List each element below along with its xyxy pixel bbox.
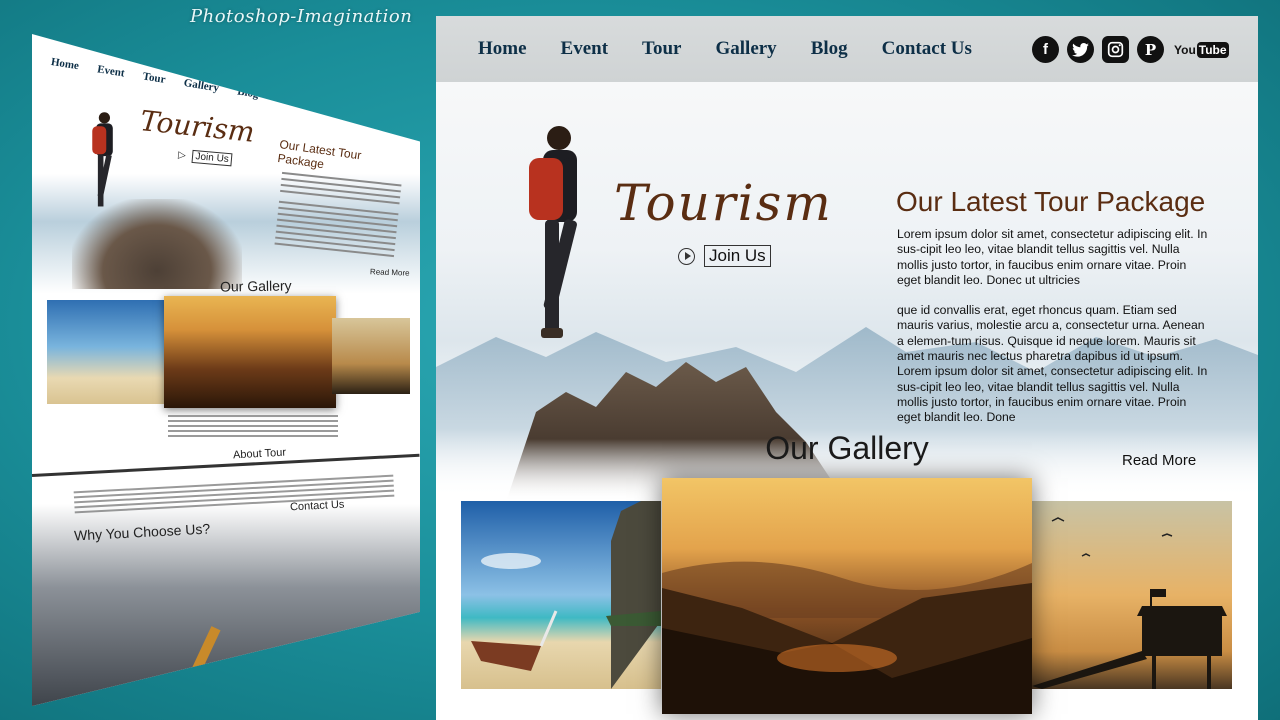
package-paragraph-2: que id convallis erat, eget rhoncus quam… xyxy=(897,303,1205,364)
thumbnail-join: ▷ Join Us xyxy=(178,149,233,167)
pinterest-icon[interactable]: P xyxy=(1137,36,1164,63)
gallery-beach-image[interactable] xyxy=(461,501,661,689)
join-us-group: Join Us xyxy=(678,245,771,267)
hero-section: Tourism Join Us Our Latest Tour Package … xyxy=(436,82,1258,502)
thumbnail-nav-gallery: Gallery xyxy=(182,77,220,95)
nav-link-tour[interactable]: Tour xyxy=(642,38,681,60)
package-description: Lorem ipsum dolor sit amet, consectetur … xyxy=(897,227,1209,426)
thumbnail-nav-home: Home xyxy=(50,56,80,73)
gallery-lifeguard-tower-image[interactable] xyxy=(1032,501,1232,689)
youtube-label: You xyxy=(1174,42,1196,57)
thumbnail-nav-event: Event xyxy=(96,63,126,80)
package-paragraph-3: Lorem ipsum dolor sit amet, consectetur … xyxy=(897,364,1208,425)
thumbnail-nav-contact: Contact Us xyxy=(276,91,330,112)
thumbnail-gallery-valley-image xyxy=(164,296,336,408)
thumbnail-nav-tour: Tour xyxy=(141,70,167,86)
package-title: Our Latest Tour Package xyxy=(896,186,1206,217)
nav-link-blog[interactable]: Blog xyxy=(811,38,848,60)
hero-title: Tourism xyxy=(614,174,833,232)
gallery-title: Our Gallery xyxy=(765,430,929,466)
thumbnail-preview: Home Event Tour Gallery Blog Contact Us … xyxy=(32,34,420,706)
play-circle-icon[interactable] xyxy=(678,247,695,265)
thumbnail-nav-blog: Blog xyxy=(236,85,260,101)
thumbnail-gallery-title: Our Gallery xyxy=(219,277,292,295)
thumbnail-read-more: Read More xyxy=(369,267,410,278)
hiker-image xyxy=(529,126,577,338)
top-nav: Home Event Tour Gallery Blog Contact Us … xyxy=(436,16,1258,82)
social-icons: f P You Tube xyxy=(1032,36,1237,63)
package-paragraph-1: Lorem ipsum dolor sit amet, consectetur … xyxy=(897,227,1208,287)
nav-link-event[interactable]: Event xyxy=(561,38,609,60)
watermark-text: Photoshop-Imagination xyxy=(190,6,413,27)
thumbnail-about-title: About Tour xyxy=(229,446,290,462)
nav-link-gallery[interactable]: Gallery xyxy=(715,38,776,60)
nav-links: Home Event Tour Gallery Blog Contact Us xyxy=(478,38,1006,60)
youtube-icon[interactable]: You Tube xyxy=(1174,41,1229,58)
nav-link-contact-us[interactable]: Contact Us xyxy=(882,38,972,60)
youtube-tube-label: Tube xyxy=(1196,41,1229,58)
thumbnail-gallery-beach-image xyxy=(47,300,167,404)
website-mockup: Home Event Tour Gallery Blog Contact Us … xyxy=(436,16,1258,720)
thumbnail-package-text xyxy=(274,168,402,261)
twitter-icon[interactable] xyxy=(1067,36,1094,63)
gallery-valley-sunrise-image[interactable] xyxy=(662,478,1032,714)
join-us-button[interactable]: Join Us xyxy=(704,245,771,267)
thumbnail-title: Tourism xyxy=(138,104,257,149)
thumbnail-hiker-image xyxy=(92,112,113,207)
nav-link-home[interactable]: Home xyxy=(478,38,527,60)
thumbnail-join-label: Join Us xyxy=(191,149,233,167)
thumbnail-gallery-lifeguard-image xyxy=(332,318,410,394)
thumbnail-gallery-text xyxy=(168,412,338,440)
instagram-icon[interactable] xyxy=(1102,36,1129,63)
facebook-icon[interactable]: f xyxy=(1032,36,1059,63)
